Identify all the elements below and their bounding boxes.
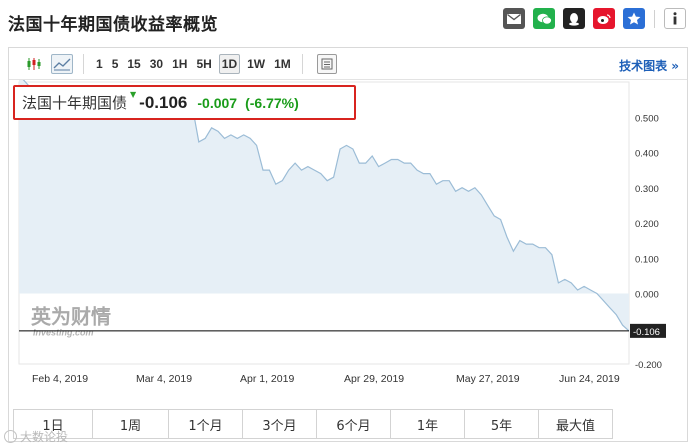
range-3m[interactable]: 3个月 [243, 409, 317, 439]
chart-toolbar: 1 5 15 30 1H 5H 1D 1W 1M 技术图表 » [9, 48, 687, 80]
timeframe-5h[interactable]: 5H [194, 55, 213, 73]
quote-box: 法国十年期国债 ▼ -0.106 -0.007 (-6.77%) [13, 85, 356, 120]
weibo-icon[interactable] [593, 8, 615, 29]
x-tick-label: Feb 4, 2019 [32, 373, 88, 385]
timeframe-1[interactable]: 1 [94, 55, 105, 73]
candlestick-icon[interactable] [23, 54, 45, 74]
y-tick-label: 0.200 [635, 219, 659, 230]
timeframe-1d[interactable]: 1D [218, 53, 241, 74]
y-tick-label: 0.100 [635, 254, 659, 265]
range-1m[interactable]: 1个月 [169, 409, 243, 439]
timeframe-1m[interactable]: 1M [272, 55, 293, 73]
share-divider [654, 9, 655, 28]
range-1y[interactable]: 1年 [391, 409, 465, 439]
source-watermark: 大数论投 [4, 428, 68, 445]
investing-logo-sub: Investing.com [33, 327, 94, 337]
email-icon[interactable] [503, 8, 525, 29]
range-6m[interactable]: 6个月 [317, 409, 391, 439]
y-tick-label: -0.200 [635, 360, 662, 371]
timeframe-30[interactable]: 30 [148, 55, 165, 73]
qq-icon[interactable] [563, 8, 585, 29]
investing-logo: 英为财情 [31, 304, 111, 328]
range-max[interactable]: 最大值 [539, 409, 613, 439]
yield-chart: 英为财情Investing.com 0.500 0.400 0.300 0.200 0.1… [18, 80, 666, 385]
range-selector: 1日 1周 1个月 3个月 6个月 1年 5年 最大值 [13, 409, 613, 439]
x-tick-label: Jun 24, 2019 [559, 373, 620, 385]
info-icon[interactable] [664, 8, 686, 29]
y-tick-label: 0.400 [635, 149, 659, 160]
range-5y[interactable]: 5年 [465, 409, 539, 439]
uptick-icon: ▼ [130, 90, 137, 99]
wechat-icon[interactable] [533, 8, 555, 29]
y-tick-label: 0.500 [635, 113, 659, 124]
qzone-icon[interactable] [623, 8, 645, 29]
page-title: 法国十年期国债收益率概览 [8, 15, 218, 35]
y-tick-label: 0.300 [635, 184, 659, 195]
line-chart-icon[interactable] [51, 53, 73, 74]
timeframe-5[interactable]: 5 [110, 55, 121, 73]
technical-chart-link[interactable]: 技术图表 » [619, 57, 679, 74]
watermark-logo-icon [4, 430, 17, 443]
toolbar-divider [83, 53, 84, 74]
share-bar [503, 8, 686, 29]
x-tick-label: Apr 29, 2019 [344, 373, 404, 385]
watermark-text: 大数论投 [20, 430, 69, 444]
timeframe-15[interactable]: 15 [125, 55, 142, 73]
range-1w[interactable]: 1周 [93, 409, 169, 439]
toolbar-divider [301, 53, 303, 74]
x-tick-label: May 27, 2019 [456, 373, 520, 385]
x-tick-label: Apr 1, 2019 [240, 373, 294, 385]
chart-panel: 1 5 15 30 1H 5H 1D 1W 1M 技术图表 » 英为财情 Inve… [8, 47, 688, 442]
price-change: -0.007 [197, 94, 238, 111]
y-tick-label: 0.000 [635, 290, 659, 301]
timeframe-1w[interactable]: 1W [245, 55, 267, 73]
calculator-icon[interactable] [316, 53, 337, 74]
x-tick-label: Mar 4, 2019 [136, 373, 192, 385]
timeframe-1h[interactable]: 1H [170, 55, 189, 73]
last-price: -0.106 [139, 92, 188, 112]
current-value-label: -0.106 [633, 327, 660, 338]
instrument-name: 法国十年期国债 [22, 94, 128, 112]
price-change-percent: (-6.77%) [245, 94, 299, 111]
